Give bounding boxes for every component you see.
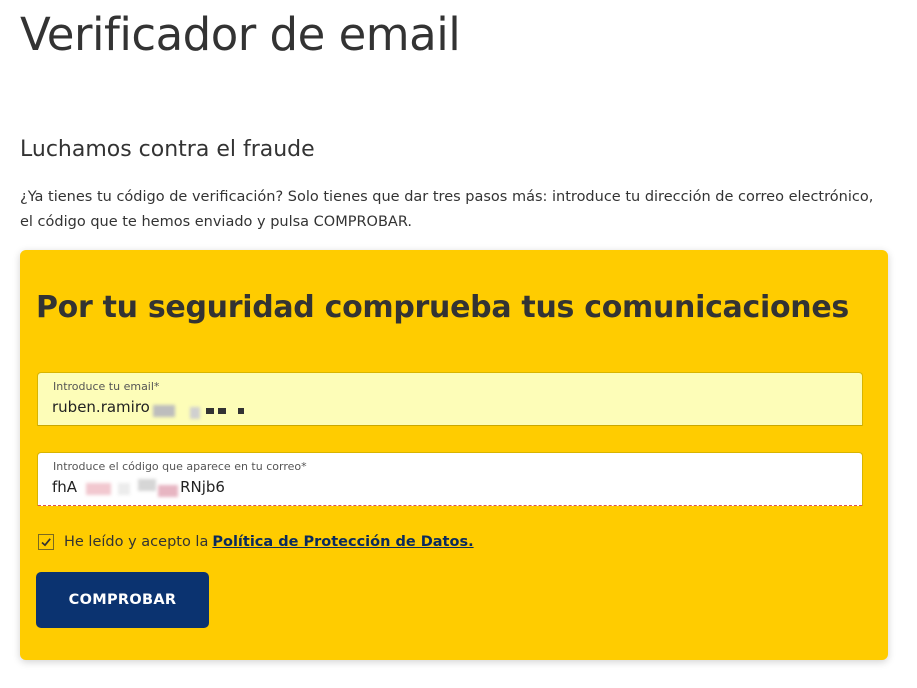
page-title: Verificador de email bbox=[20, 8, 461, 61]
redacted-block bbox=[218, 408, 226, 414]
redacted-block bbox=[206, 408, 214, 414]
code-field[interactable]: Introduce el código que aparece en tu co… bbox=[37, 452, 863, 506]
verification-card: Por tu seguridad comprueba tus comunicac… bbox=[20, 250, 888, 660]
redacted-block bbox=[153, 405, 175, 417]
consent-row: He leído y acepto la Política de Protecc… bbox=[38, 534, 474, 550]
checkmark-icon bbox=[41, 538, 51, 547]
consent-text: He leído y acepto la bbox=[64, 534, 209, 550]
redacted-block bbox=[190, 407, 200, 419]
submit-button[interactable]: COMPROBAR bbox=[36, 572, 209, 628]
code-field-label: Introduce el código que aparece en tu co… bbox=[53, 460, 307, 473]
redacted-block bbox=[86, 483, 111, 495]
consent-checkbox[interactable] bbox=[38, 534, 54, 550]
email-field-label: Introduce tu email* bbox=[53, 380, 160, 393]
code-input-suffix: RNjb6 bbox=[180, 478, 225, 496]
redacted-block bbox=[238, 408, 244, 414]
privacy-policy-link[interactable]: Política de Protección de Datos. bbox=[212, 534, 473, 550]
card-title: Por tu seguridad comprueba tus comunicac… bbox=[36, 290, 849, 325]
email-field-underline bbox=[38, 425, 862, 426]
intro-text: ¿Ya tienes tu código de verificación? So… bbox=[20, 189, 874, 230]
code-field-underline bbox=[38, 505, 862, 506]
redacted-block bbox=[158, 485, 178, 497]
redacted-block bbox=[118, 483, 130, 495]
code-input-prefix: fhA bbox=[52, 478, 78, 496]
page: Verificador de email Luchamos contra el … bbox=[0, 0, 917, 688]
email-field[interactable]: Introduce tu email* ruben.ramiro bbox=[37, 372, 863, 426]
redacted-block bbox=[138, 479, 156, 491]
email-input-value: ruben.ramiro bbox=[52, 398, 150, 416]
section-title: Luchamos contra el fraude bbox=[20, 137, 315, 162]
